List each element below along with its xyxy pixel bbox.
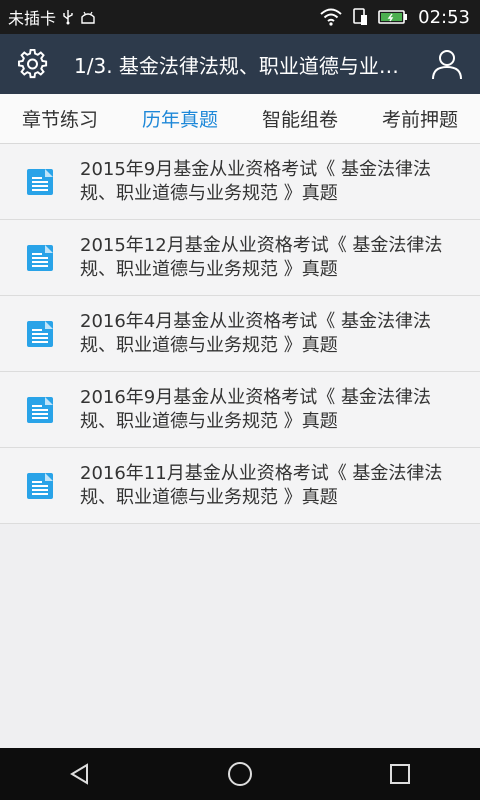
item-title: 2016年9月基金从业资格考试《 基金法律法规、职业道德与业务规范 》真题 xyxy=(80,386,431,432)
item-title: 2015年12月基金从业资格考试《 基金法律法规、职业道德与业务规范 》真题 xyxy=(80,234,443,280)
recents-square-icon xyxy=(389,763,411,785)
recents-button[interactable] xyxy=(360,748,440,800)
document-icon xyxy=(0,471,80,501)
tab-pre-exam-prediction[interactable]: 考前押题 xyxy=(376,105,464,132)
tab-bar: 章节练习 历年真题 智能组卷 考前押题 xyxy=(0,94,480,144)
settings-button[interactable] xyxy=(0,34,66,94)
carrier-text: 未插卡 xyxy=(8,9,57,28)
document-icon xyxy=(0,319,80,349)
status-left: 未插卡 xyxy=(8,5,96,29)
item-title: 2015年9月基金从业资格考试《 基金法律法规、职业道德与业务规范 》真题 xyxy=(80,158,431,204)
list-item[interactable]: 2016年9月基金从业资格考试《 基金法律法规、职业道德与业务规范 》真题 xyxy=(0,372,480,448)
exam-list: 2015年9月基金从业资格考试《 基金法律法规、职业道德与业务规范 》真题 20… xyxy=(0,144,480,524)
profile-button[interactable] xyxy=(414,34,480,94)
home-circle-icon xyxy=(227,761,253,787)
tab-smart-paper[interactable]: 智能组卷 xyxy=(256,105,344,132)
tab-past-exams[interactable]: 历年真题 xyxy=(136,105,224,132)
document-icon xyxy=(0,395,80,425)
app-screen: 未插卡 02:53 1/3. 基金法律法规、职业道德与业务规范 章节练习 历年真… xyxy=(0,0,480,800)
user-icon xyxy=(431,48,463,80)
item-title: 2016年4月基金从业资格考试《 基金法律法规、职业道德与业务规范 》真题 xyxy=(80,310,431,356)
back-button[interactable] xyxy=(40,748,120,800)
usb-icon xyxy=(62,9,74,25)
page-title: 1/3. 基金法律法规、职业道德与业务规范 xyxy=(74,53,414,78)
status-right: 02:53 xyxy=(320,7,470,28)
android-debug-icon xyxy=(80,10,96,24)
status-bar: 未插卡 02:53 xyxy=(0,0,480,34)
back-triangle-icon xyxy=(68,762,92,786)
item-title: 2016年11月基金从业资格考试《 基金法律法规、职业道德与业务规范 》真题 xyxy=(80,462,443,508)
document-icon xyxy=(0,243,80,273)
wifi-icon xyxy=(320,8,342,26)
home-button[interactable] xyxy=(200,748,280,800)
system-nav-bar xyxy=(0,748,480,800)
app-header: 1/3. 基金法律法规、职业道德与业务规范 xyxy=(0,34,480,94)
tab-chapter-practice[interactable]: 章节练习 xyxy=(16,105,104,132)
document-icon xyxy=(0,167,80,197)
battery-icon xyxy=(378,9,408,25)
list-item[interactable]: 2016年11月基金从业资格考试《 基金法律法规、职业道德与业务规范 》真题 xyxy=(0,448,480,524)
list-item[interactable]: 2015年9月基金从业资格考试《 基金法律法规、职业道德与业务规范 》真题 xyxy=(0,144,480,220)
list-item[interactable]: 2016年4月基金从业资格考试《 基金法律法规、职业道德与业务规范 》真题 xyxy=(0,296,480,372)
clock-text: 02:53 xyxy=(418,6,470,28)
gear-icon xyxy=(18,49,48,79)
list-item[interactable]: 2015年12月基金从业资格考试《 基金法律法规、职业道德与业务规范 》真题 xyxy=(0,220,480,296)
sim-card-icon xyxy=(352,8,368,26)
